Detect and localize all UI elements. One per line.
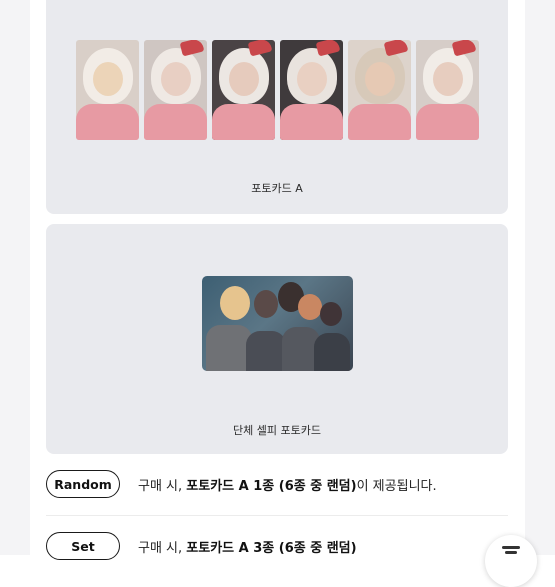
desc-bold: 포토카드 A 3종 (6종 중 랜덤)	[186, 540, 357, 556]
set-option-button[interactable]: Set	[46, 532, 120, 560]
option-random-row: Random 구매 시, 포토카드 A 1종 (6종 중 랜덤)이 제공됩니다.	[46, 470, 437, 498]
group-selfie-photocard	[202, 276, 353, 371]
random-option-description: 구매 시, 포토카드 A 1종 (6종 중 랜덤)이 제공됩니다.	[138, 475, 437, 494]
product-detail-content: 포토카드 A 단체 셀피 포토카드 Random 구매 시, 포토카드 A 1종…	[30, 0, 525, 560]
photocard-thumbnail	[416, 40, 479, 140]
group-selfie-panel: 단체 셀피 포토카드	[46, 224, 508, 454]
option-divider	[46, 515, 508, 516]
right-margin	[525, 0, 555, 555]
menu-icon	[502, 546, 520, 554]
photocard-a-thumbnails	[76, 40, 479, 140]
photocard-thumbnail	[76, 40, 139, 140]
photocard-thumbnail	[348, 40, 411, 140]
group-selfie-label: 단체 셀피 포토카드	[233, 424, 321, 437]
photocard-thumbnail	[280, 40, 343, 140]
desc-bold: 포토카드 A 1종 (6종 중 랜덤)	[186, 478, 357, 494]
photocard-a-panel: 포토카드 A	[46, 0, 508, 214]
desc-prefix: 구매 시,	[138, 540, 187, 556]
option-set-row: Set 구매 시, 포토카드 A 3종 (6종 중 랜덤)	[46, 532, 357, 560]
random-option-button[interactable]: Random	[46, 470, 120, 498]
left-margin	[0, 0, 30, 555]
photocard-a-label: 포토카드 A	[251, 182, 303, 195]
desc-prefix: 구매 시,	[138, 478, 187, 494]
photocard-thumbnail	[212, 40, 275, 140]
floating-action-button[interactable]	[485, 535, 537, 587]
photocard-thumbnail	[144, 40, 207, 140]
set-option-description: 구매 시, 포토카드 A 3종 (6종 중 랜덤)	[138, 537, 357, 556]
desc-suffix: 이 제공됩니다.	[356, 478, 437, 494]
